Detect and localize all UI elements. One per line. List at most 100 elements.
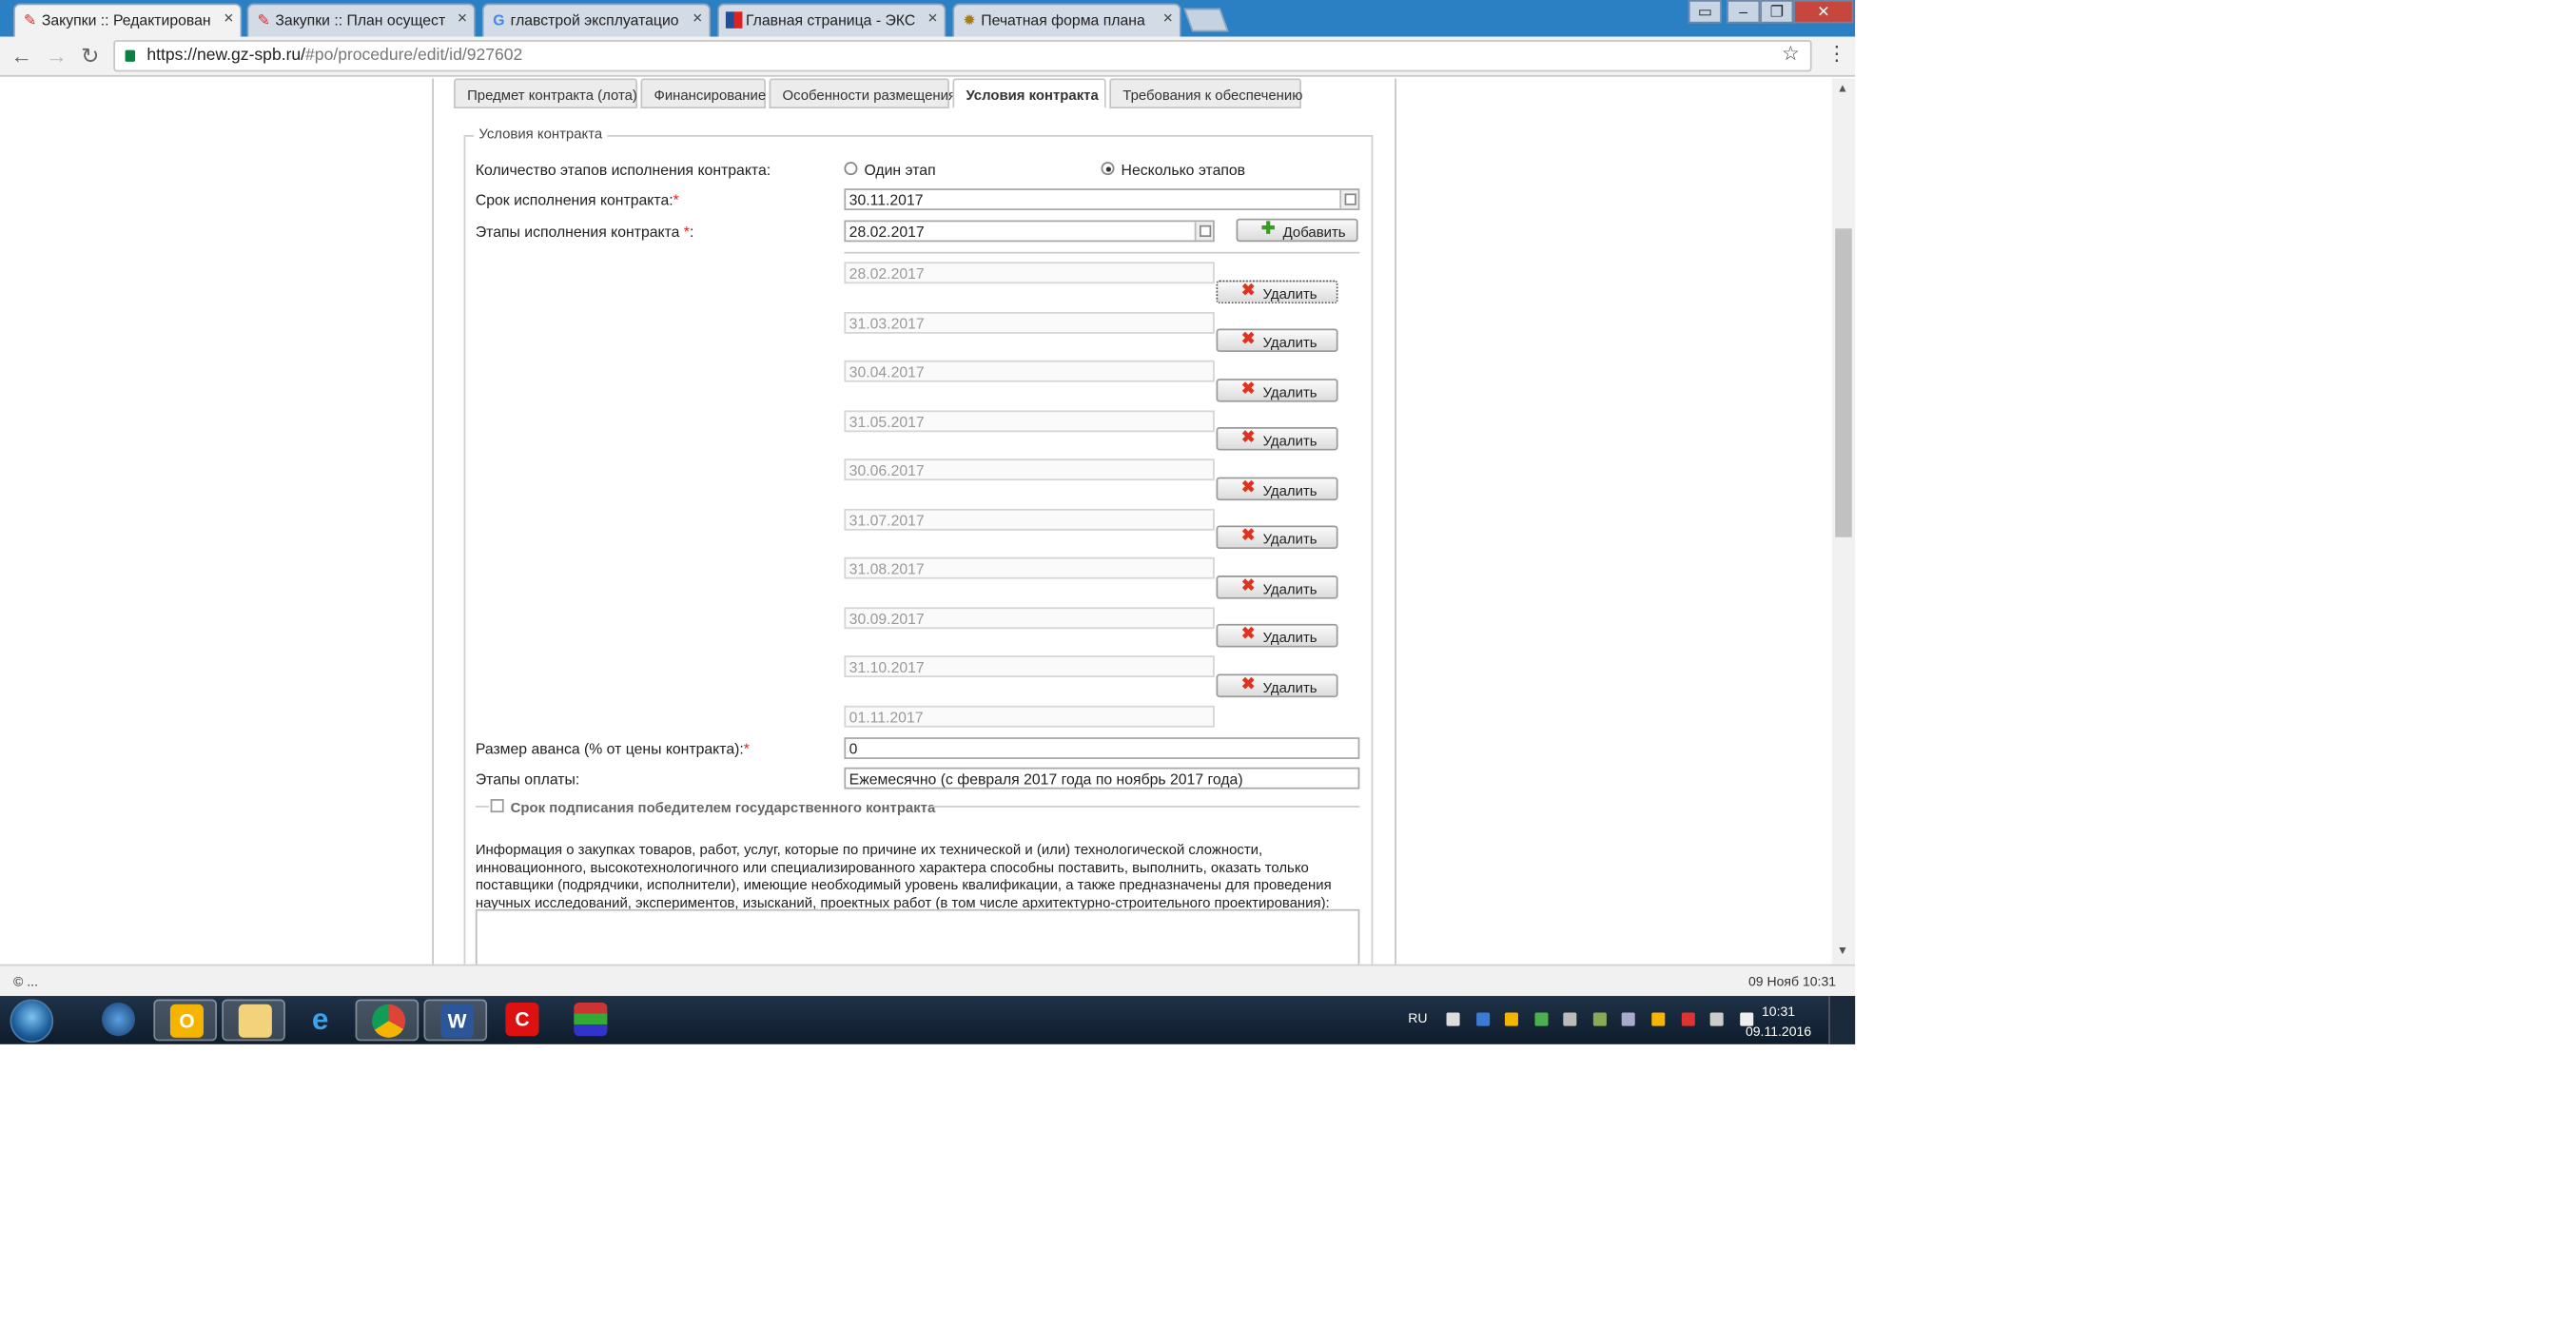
delete-icon: ✖	[1240, 625, 1256, 644]
delete-stage-button[interactable]: ✖ Удалить	[1216, 328, 1338, 353]
tray-app-icon[interactable]	[1621, 1012, 1635, 1026]
radio-many-stages[interactable]	[1101, 162, 1115, 176]
scroll-up-icon[interactable]: ▲	[1837, 84, 1848, 95]
stage-item-date: 31.08.2017	[844, 556, 1215, 579]
tab-financing[interactable]: Финансирование	[640, 78, 766, 108]
close-icon[interactable]: ×	[927, 10, 937, 29]
delete-icon: ✖	[1240, 527, 1256, 546]
clock-time: 10:31	[1761, 1004, 1796, 1020]
tab-placement[interactable]: Особенности размещения	[769, 78, 956, 108]
radio-one-stage-label: Один этап	[864, 162, 936, 179]
minimize-button[interactable]: –	[1727, 0, 1761, 24]
gz-app-icon: ✎	[257, 11, 270, 29]
bluetooth-icon[interactable]	[1476, 1012, 1491, 1026]
info-textarea[interactable]	[475, 908, 1360, 965]
reload-icon[interactable]: ↻	[78, 44, 102, 70]
chrome-icon	[372, 1004, 406, 1038]
delete-stage-button[interactable]: ✖ Удалить	[1216, 575, 1338, 599]
browser-tab-5[interactable]: ✹ Печатная форма плана ×	[952, 3, 1181, 37]
delete-stage-button[interactable]: ✖ Удалить	[1216, 525, 1338, 550]
word-icon: W	[440, 1004, 475, 1038]
tray-sync-icon[interactable]	[1534, 1012, 1549, 1026]
emblem-icon: ✹	[963, 11, 976, 29]
close-icon[interactable]: ×	[458, 10, 467, 29]
delete-icon: ✖	[1240, 428, 1256, 448]
delete-stage-button[interactable]: ✖ Удалить	[1216, 477, 1338, 501]
delete-stage-button[interactable]: ✖ Удалить	[1216, 379, 1338, 402]
delete-icon: ✖	[1240, 380, 1256, 400]
page-content: Предмет контракта (лота) Финансирование …	[0, 78, 1832, 965]
close-icon[interactable]: ×	[1163, 10, 1173, 29]
browser-tab-3[interactable]: G главстрой эксплуатацио ×	[481, 3, 712, 37]
clock[interactable]: 10:31 09.11.2016	[1735, 1003, 1822, 1043]
signing-term-checkbox[interactable]	[490, 799, 504, 813]
calendar-icon[interactable]	[1194, 222, 1214, 241]
radio-one-stage[interactable]	[844, 162, 858, 176]
calendar-icon[interactable]	[1339, 189, 1358, 209]
browser-tab-title: Закупки :: Редактирован	[41, 11, 211, 29]
stage-date-input[interactable]: 28.02.2017	[844, 220, 1215, 243]
taskbar-app-word[interactable]: W	[423, 999, 488, 1042]
delete-icon: ✖	[1240, 478, 1256, 497]
add-stage-button[interactable]: ✚ Добавить	[1236, 218, 1358, 243]
stage-item-date: 31.07.2017	[844, 508, 1215, 531]
delete-stage-button[interactable]: ✖ Удалить	[1216, 673, 1338, 698]
tray-app-icon[interactable]	[1592, 1012, 1607, 1026]
outlook-icon: O	[169, 1004, 204, 1038]
stage-item-date: 31.03.2017	[844, 311, 1215, 334]
vertical-scrollbar[interactable]: ▲ ▼	[1831, 78, 1856, 965]
delete-button-label: Удалить	[1262, 629, 1317, 646]
network-icon[interactable]	[1709, 1012, 1724, 1026]
scroll-thumb[interactable]	[1835, 228, 1852, 537]
stage-item-date: 31.10.2017	[844, 655, 1215, 678]
stages-label-text: Этапы исполнения контракта	[475, 224, 684, 241]
close-icon[interactable]: ×	[693, 10, 702, 29]
taskbar-app-explorer[interactable]	[222, 999, 285, 1042]
file-explorer-icon	[238, 1004, 272, 1038]
user-profile-icon[interactable]: ▭	[1688, 0, 1722, 24]
taskbar-app-red[interactable]: C	[491, 1000, 555, 1042]
language-indicator[interactable]: RU	[1408, 1011, 1427, 1026]
restore-button[interactable]: ❐	[1760, 0, 1794, 24]
payment-stages-input[interactable]: Ежемесячно (с февраля 2017 года по ноябр…	[844, 767, 1360, 790]
scroll-down-icon[interactable]: ▼	[1837, 946, 1848, 957]
delete-button-label: Удалить	[1262, 383, 1317, 400]
taskbar: O e W C RU 10:31 09.11.2016	[0, 996, 1856, 1044]
start-button[interactable]	[10, 999, 54, 1043]
new-tab-button[interactable]	[1183, 8, 1229, 32]
delete-icon: ✖	[1240, 282, 1256, 301]
taskbar-app-chrome[interactable]	[355, 999, 420, 1042]
taskbar-app-ie[interactable]: e	[288, 1000, 352, 1042]
tab-security-requirements[interactable]: Требования к обеспечению	[1109, 78, 1302, 108]
tray-flag-icon[interactable]	[1681, 1012, 1695, 1026]
close-window-button[interactable]: ✕	[1793, 0, 1854, 24]
chrome-menu-icon[interactable]: ⋮	[1826, 42, 1846, 66]
browser-tab-4[interactable]: Главная страница - ЭКС ×	[717, 3, 946, 37]
tray-network-tool-icon[interactable]	[1563, 1012, 1577, 1026]
back-icon[interactable]: ←	[10, 44, 34, 68]
term-date-input[interactable]: 30.11.2017	[844, 188, 1360, 210]
delete-stage-button[interactable]: ✖ Удалить	[1216, 426, 1338, 451]
browser-tab-2[interactable]: ✎ Закупки :: План осущест ×	[246, 3, 476, 37]
show-desktop-button[interactable]	[1828, 996, 1856, 1044]
tray-app-icon[interactable]	[1504, 1012, 1518, 1026]
tray-keyboard-icon[interactable]	[1446, 1012, 1460, 1026]
outlook-tray-icon[interactable]	[1651, 1012, 1666, 1026]
taskbar-app-outlook[interactable]: O	[153, 999, 217, 1042]
delete-stage-button[interactable]: ✖ Удалить	[1216, 623, 1338, 648]
delete-icon: ✖	[1240, 576, 1256, 596]
close-icon[interactable]: ×	[224, 10, 233, 29]
advance-input[interactable]: 0	[844, 737, 1360, 759]
bookmark-star-icon[interactable]: ☆	[1782, 42, 1800, 66]
taskbar-app-colored[interactable]	[559, 1000, 623, 1042]
tab-subject[interactable]: Предмет контракта (лота)	[454, 78, 637, 108]
url-input[interactable]: https://new.gz-spb.ru/#po/procedure/edit…	[113, 40, 1812, 72]
browser-tab-1[interactable]: ✎ Закупки :: Редактирован ×	[13, 3, 243, 39]
forward-icon[interactable]: →	[45, 44, 68, 68]
address-bar: ← → ↻ https://new.gz-spb.ru/#po/procedur…	[0, 36, 1856, 77]
add-button-label: Добавить	[1282, 224, 1346, 241]
delete-stage-button[interactable]: ✖ Удалить	[1216, 280, 1338, 304]
tab-contract-terms[interactable]: Условия контракта	[952, 78, 1106, 108]
taskbar-app-globe[interactable]	[87, 1000, 150, 1042]
google-g-icon: G	[493, 11, 505, 29]
